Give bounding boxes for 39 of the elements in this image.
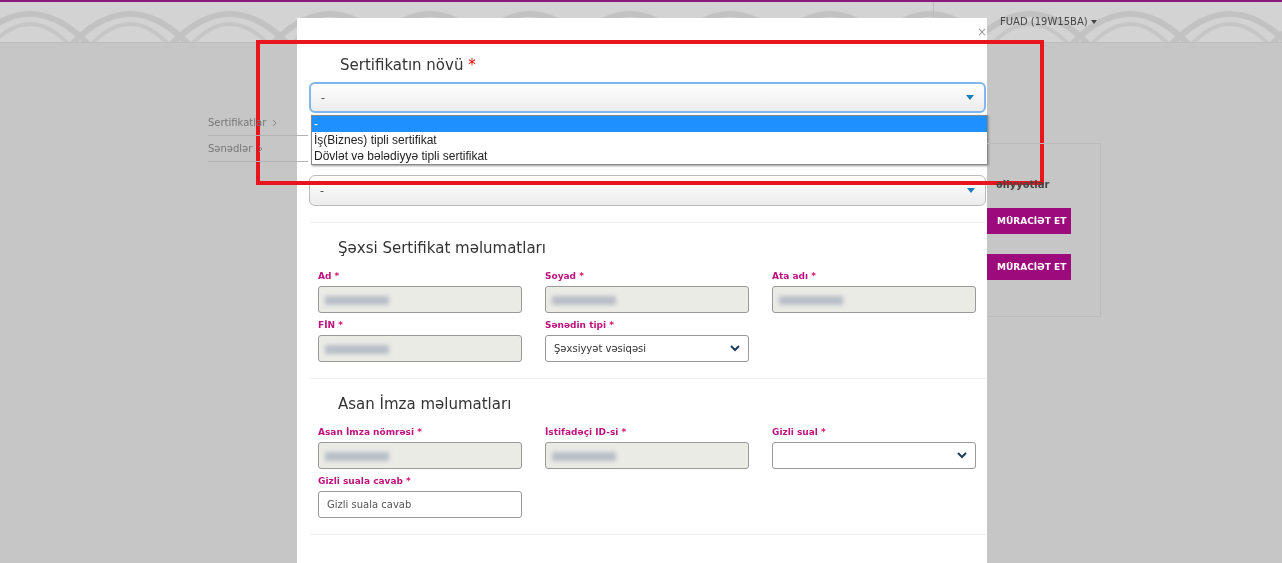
input-field[interactable]: Gizli suala cavab bbox=[318, 491, 522, 518]
field-label: Asan İmza nömrəsi * bbox=[318, 427, 423, 439]
chevron-down-icon bbox=[730, 345, 740, 352]
blurred-value bbox=[325, 452, 389, 461]
field-label: Soyad * bbox=[545, 271, 585, 283]
section-title: Asan İmza məlumatları bbox=[338, 395, 513, 413]
field-label: İstifadəçi ID-si * bbox=[545, 427, 628, 439]
readonly-field[interactable] bbox=[545, 286, 749, 313]
blurred-value bbox=[325, 296, 389, 305]
user-menu[interactable]: FUAD (19W15BA) bbox=[1000, 16, 1097, 27]
dropdown-option[interactable]: Dövlət və bələdiyyə tipli sertifikat bbox=[312, 148, 987, 164]
field-label: Gizli sual * bbox=[772, 427, 827, 439]
dropdown-option[interactable]: İş(Biznes) tipli sertifikat bbox=[312, 132, 987, 148]
apply-button[interactable]: MÜRACİƏT ET bbox=[987, 254, 1071, 280]
field-label: Ad * bbox=[318, 271, 341, 283]
select-field[interactable]: Şəxsiyyət vəsiqəsi bbox=[545, 335, 749, 362]
field-label: Gizli suala cavab * bbox=[318, 476, 412, 488]
field-label: FİN * bbox=[318, 320, 344, 332]
caret-icon bbox=[966, 95, 974, 100]
readonly-field[interactable] bbox=[772, 286, 976, 313]
field-label: Sənədin tipi * bbox=[545, 320, 615, 332]
chevron-down-icon bbox=[957, 452, 967, 459]
caret-icon bbox=[967, 188, 975, 193]
readonly-field[interactable] bbox=[318, 442, 522, 469]
field-title: Sertifikatın növü * bbox=[340, 56, 477, 74]
select-field[interactable] bbox=[772, 442, 976, 469]
section-title: Şəxsi Sertifikat məlumatları bbox=[338, 239, 547, 257]
blurred-value bbox=[552, 296, 616, 305]
readonly-field[interactable] bbox=[318, 335, 522, 362]
blurred-value bbox=[779, 296, 843, 305]
chevron-right-icon bbox=[272, 118, 278, 127]
chevron-right-icon bbox=[258, 144, 264, 153]
blurred-value bbox=[325, 345, 389, 354]
readonly-field[interactable] bbox=[318, 286, 522, 313]
blurred-value bbox=[552, 452, 616, 461]
caret-icon bbox=[1090, 19, 1097, 24]
apply-button[interactable]: MÜRACİƏT ET bbox=[987, 208, 1071, 234]
readonly-field[interactable] bbox=[545, 442, 749, 469]
field-label: Ata adı * bbox=[772, 271, 817, 283]
